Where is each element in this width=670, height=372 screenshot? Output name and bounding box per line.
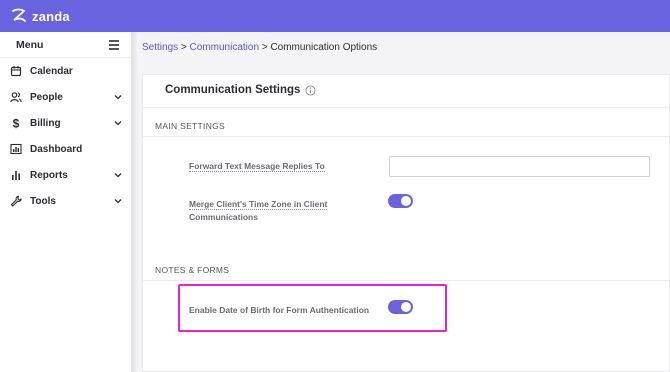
merge-timezone-toggle[interactable] xyxy=(388,194,413,208)
divider xyxy=(143,280,670,281)
info-icon[interactable] xyxy=(305,84,316,96)
dollar-icon: $ xyxy=(10,117,22,129)
breadcrumb-link-settings[interactable]: Settings xyxy=(142,42,178,53)
page-title: Communication Settings xyxy=(165,84,316,96)
sidebar-item-label: Dashboard xyxy=(30,143,83,155)
menu-title: Menu xyxy=(16,38,44,51)
merge-timezone-label: Merge Client's Time Zone in Client Commu… xyxy=(189,199,328,222)
sidebar: Menu Calendar People $ Billing Dashboard xyxy=(0,32,132,372)
breadcrumb-link-communication[interactable]: Communication xyxy=(190,42,259,53)
sidebar-item-reports[interactable]: Reports xyxy=(0,162,131,188)
divider xyxy=(143,107,670,108)
dob-authentication-toggle[interactable] xyxy=(388,300,413,314)
chevron-down-icon[interactable] xyxy=(113,92,123,102)
svg-text:$: $ xyxy=(13,117,20,129)
brand-name[interactable]: zanda xyxy=(32,9,70,24)
sidebar-item-label: Reports xyxy=(30,169,68,181)
calendar-icon xyxy=(10,65,22,77)
breadcrumb: Settings > Communication > Communication… xyxy=(142,42,377,53)
sidebar-item-label: Tools xyxy=(30,195,56,207)
chevron-down-icon[interactable] xyxy=(113,170,123,180)
sidebar-header: Menu xyxy=(0,32,131,58)
sidebar-item-dashboard[interactable]: Dashboard xyxy=(0,136,131,162)
settings-card: Communication Settings MAIN SETTINGS For… xyxy=(142,74,670,372)
breadcrumb-separator: > xyxy=(180,42,187,53)
sidebar-item-billing[interactable]: $ Billing xyxy=(0,110,131,136)
zanda-logo-icon[interactable] xyxy=(10,7,28,25)
forward-replies-input[interactable] xyxy=(389,156,650,177)
toggle-knob xyxy=(401,196,411,206)
section-heading-main-settings: MAIN SETTINGS xyxy=(155,121,226,131)
sidebar-item-label: People xyxy=(30,91,63,103)
dashboard-icon xyxy=(10,143,22,155)
chevron-down-icon[interactable] xyxy=(113,118,123,128)
toggle-knob xyxy=(401,302,411,312)
breadcrumb-separator: > xyxy=(261,42,268,53)
sidebar-item-people[interactable]: People xyxy=(0,84,131,110)
forward-replies-label: Forward Text Message Replies To xyxy=(189,161,325,172)
section-heading-notes-forms: NOTES & FORMS xyxy=(155,265,230,275)
sidebar-item-calendar[interactable]: Calendar xyxy=(0,58,131,84)
chevron-down-icon[interactable] xyxy=(113,196,123,206)
page-title-text: Communication Settings xyxy=(165,84,301,96)
divider xyxy=(143,136,670,137)
wrench-icon xyxy=(10,195,22,207)
top-bar: zanda xyxy=(0,0,670,32)
sidebar-shadow xyxy=(132,32,138,372)
bar-chart-icon xyxy=(10,169,22,181)
breadcrumb-current: Communication Options xyxy=(270,42,378,53)
hamburger-icon[interactable] xyxy=(109,40,119,50)
sidebar-item-label: Calendar xyxy=(30,65,73,77)
people-icon xyxy=(10,91,22,103)
sidebar-item-label: Billing xyxy=(30,117,61,129)
sidebar-item-tools[interactable]: Tools xyxy=(0,188,131,214)
dob-authentication-label: Enable Date of Birth for Form Authentica… xyxy=(189,305,370,315)
